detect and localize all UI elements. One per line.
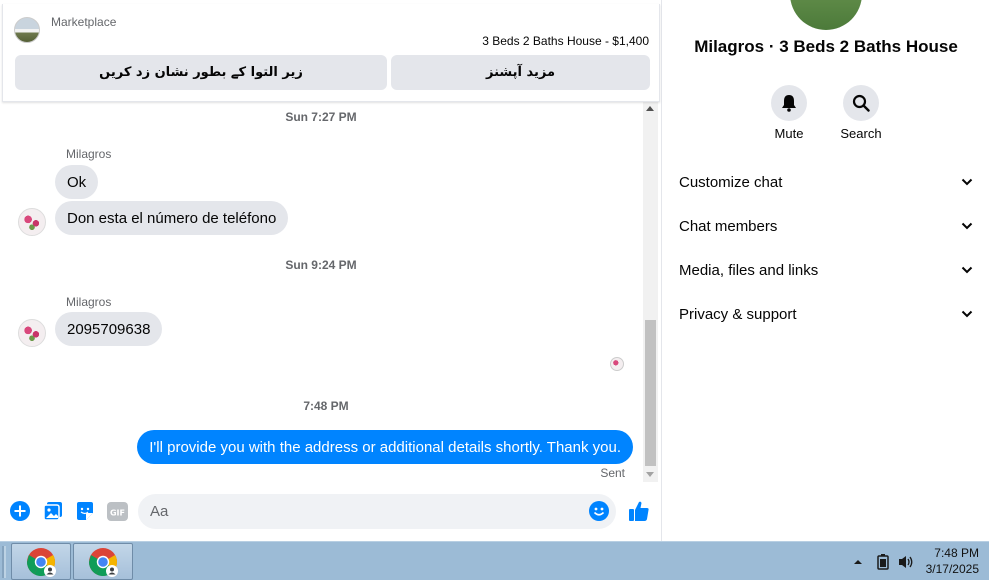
system-tray: 7:48 PM 3/17/2025 [845, 542, 989, 580]
incoming-message[interactable]: Ok [55, 165, 99, 199]
contact-avatar[interactable] [18, 208, 46, 236]
chevron-down-icon [961, 178, 973, 186]
message-input[interactable] [138, 494, 616, 529]
scroll-up-arrow-icon[interactable] [646, 106, 654, 111]
timestamp: 7:48 PM [303, 399, 349, 413]
listing-thumbnail[interactable] [14, 17, 40, 43]
taskbar: 7:48 PM 3/17/2025 [0, 541, 989, 580]
message-scrollbar[interactable] [643, 102, 658, 482]
marketplace-card: Marketplace 3 Beds 2 Baths House - $1,40… [2, 4, 660, 102]
incoming-message[interactable]: 2095709638 [55, 312, 163, 346]
section-customize-chat[interactable]: Customize chat [671, 164, 981, 200]
section-label: Customize chat [679, 173, 783, 191]
contact-avatar[interactable] [18, 319, 46, 347]
gif-label: GIF [109, 508, 124, 517]
message-list[interactable]: Sun 7:27 PM Milagros Ok Don esta el núme… [0, 102, 642, 482]
clock-date: 3/17/2025 [925, 562, 979, 576]
battery-icon[interactable] [875, 554, 891, 570]
emoji-icon[interactable] [588, 500, 610, 522]
chevron-down-icon [961, 266, 973, 274]
listing-photo[interactable] [790, 0, 862, 30]
listing-title[interactable]: 3 Beds 2 Baths House - $1,400 [482, 34, 649, 48]
taskbar-chrome-window-1[interactable] [11, 543, 71, 580]
chrome-icon [27, 547, 56, 577]
scroll-down-arrow-icon[interactable] [646, 472, 654, 477]
search-label: Search [840, 126, 882, 141]
scrollbar-thumb[interactable] [645, 320, 656, 466]
section-label: Privacy & support [679, 305, 797, 323]
section-chat-members[interactable]: Chat members [671, 208, 981, 244]
section-label: Chat members [679, 217, 778, 235]
volume-icon[interactable] [898, 554, 914, 570]
conversation-title: Milagros · 3 Beds 2 Baths House [694, 37, 958, 56]
more-options-button[interactable]: مزید آپشنز [391, 55, 650, 90]
plus-circle-icon[interactable] [9, 500, 31, 522]
timestamp: Sun 9:24 PM [285, 258, 357, 272]
clock-time: 7:48 PM [934, 546, 979, 560]
mute-label: Mute [774, 126, 804, 141]
section-media-files-links[interactable]: Media, files and links [671, 252, 981, 288]
conversation-info-panel: Milagros · 3 Beds 2 Baths House Mute Sea… [663, 0, 989, 541]
taskbar-chrome-window-2[interactable] [73, 543, 133, 580]
search-button[interactable]: Search [831, 85, 891, 141]
thumbs-up-icon[interactable] [627, 500, 651, 522]
system-clock[interactable]: 7:48 PM 3/17/2025 [926, 545, 979, 577]
read-receipt-avatar [610, 357, 624, 371]
chrome-icon [89, 547, 118, 577]
sender-name: Milagros [66, 295, 112, 309]
chevron-down-icon [961, 222, 973, 230]
sender-name: Milagros [66, 147, 112, 161]
show-hidden-icons-arrow-icon[interactable] [850, 554, 866, 570]
gallery-icon[interactable] [42, 500, 64, 522]
mark-pending-button[interactable]: زیر التوا کے بطور نشان زد کریں [15, 55, 387, 90]
chat-panel: Marketplace 3 Beds 2 Baths House - $1,40… [0, 0, 662, 541]
gif-icon[interactable]: GIF [106, 500, 128, 522]
incoming-message[interactable]: Don esta el número de teléfono [55, 201, 289, 235]
chevron-down-icon [961, 310, 973, 318]
section-label: Media, files and links [679, 261, 819, 279]
section-privacy-support[interactable]: Privacy & support [671, 296, 981, 332]
timestamp: Sun 7:27 PM [285, 110, 357, 124]
marketplace-label: Marketplace [51, 15, 117, 29]
bell-icon [771, 85, 807, 121]
sent-status: Sent [600, 466, 625, 480]
search-icon [843, 85, 879, 121]
outgoing-message[interactable]: I'll provide you with the address or add… [137, 430, 633, 464]
taskbar-grip [0, 544, 8, 580]
sticker-icon[interactable] [74, 500, 96, 522]
composer-bar: GIF [0, 487, 662, 537]
mute-button[interactable]: Mute [759, 85, 819, 141]
